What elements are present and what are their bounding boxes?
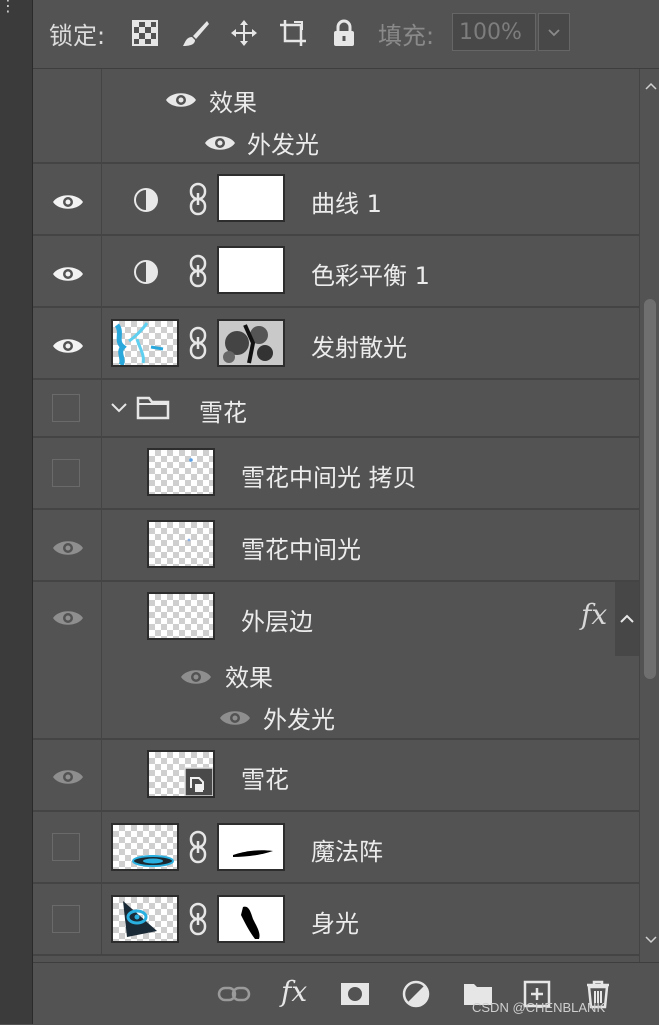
chain-link-icon[interactable] <box>188 326 208 360</box>
visibility-toggle[interactable] <box>52 833 80 861</box>
effects-label: 效果 <box>225 664 273 692</box>
scroll-thumb[interactable] <box>644 299 656 679</box>
fill-dropdown-button[interactable] <box>538 13 570 51</box>
layer-name[interactable]: 发射散光 <box>311 328 407 363</box>
eye-icon[interactable] <box>51 608 85 628</box>
layer-row-body-light[interactable]: 身光 <box>33 884 639 956</box>
effects-label: 效果 <box>209 89 257 117</box>
layer-name[interactable]: 雪花中间光 <box>241 530 361 565</box>
layers-panel: 锁定: 填充: 100% 效果 外发光 曲线 1 色彩平衡 1 发射散光 雪花 … <box>33 0 659 1025</box>
lock-all-icon[interactable] <box>329 18 359 48</box>
fill-input[interactable]: 100% <box>452 13 536 51</box>
fx-icon[interactable]: fx <box>281 977 315 1011</box>
lock-position-icon[interactable] <box>229 18 259 48</box>
layer-mask-thumbnail[interactable] <box>217 246 285 294</box>
eye-icon[interactable] <box>164 90 198 110</box>
menu-icon[interactable]: ⋮ <box>0 0 16 24</box>
effects-collapse-button[interactable] <box>615 582 639 656</box>
visibility-column <box>33 582 102 738</box>
effects-row-top[interactable]: 效果 外发光 <box>33 69 639 164</box>
eye-icon[interactable] <box>51 767 85 787</box>
layer-row-snow-mid[interactable]: 雪花中间光 <box>33 510 639 582</box>
layer-name[interactable]: 雪花 <box>241 760 289 795</box>
layer-mask-thumbnail[interactable] <box>217 174 285 222</box>
visibility-toggle[interactable] <box>52 394 80 422</box>
visibility-toggle[interactable] <box>52 459 80 487</box>
layer-mask-thumbnail[interactable] <box>217 895 285 943</box>
chevron-down-icon[interactable] <box>109 398 129 418</box>
chain-link-icon[interactable] <box>188 182 208 216</box>
layer-row-snow-mid-copy[interactable]: 雪花中间光 拷贝 <box>33 438 639 510</box>
layer-name[interactable]: 雪花中间光 拷贝 <box>241 458 417 493</box>
layer-thumbnail[interactable] <box>147 750 215 798</box>
chain-link-icon[interactable] <box>188 830 208 864</box>
eye-icon[interactable] <box>218 708 252 728</box>
lock-artboard-icon[interactable] <box>278 18 308 48</box>
layer-thumbnail[interactable] <box>147 520 215 568</box>
layer-row-emit-light[interactable]: 发射散光 <box>33 308 639 380</box>
layer-thumbnail[interactable] <box>147 592 215 640</box>
layer-thumbnail[interactable] <box>111 895 179 943</box>
layer-mask-thumbnail[interactable] <box>217 823 285 871</box>
link-layers-icon[interactable] <box>217 977 251 1011</box>
adjustment-layer-icon <box>133 259 159 285</box>
scroll-up-icon[interactable] <box>644 79 658 93</box>
layer-thumbnail[interactable] <box>147 448 215 496</box>
layer-row-curves[interactable]: 曲线 1 <box>33 164 639 236</box>
layer-thumbnail[interactable] <box>111 319 179 367</box>
eye-icon[interactable] <box>51 538 85 558</box>
folder-icon <box>136 394 170 420</box>
effect-outer-glow-label: 外发光 <box>247 131 319 159</box>
adjustment-layer-icon <box>133 187 159 213</box>
layers-list: 效果 外发光 曲线 1 色彩平衡 1 发射散光 雪花 雪花中间光 拷贝 雪花中间… <box>33 69 639 962</box>
chain-link-icon[interactable] <box>188 254 208 288</box>
layer-mask-thumbnail[interactable] <box>217 319 285 367</box>
add-mask-icon[interactable] <box>338 977 372 1011</box>
smart-object-icon <box>183 776 184 777</box>
layer-row-magic-circle[interactable]: 魔法阵 <box>33 812 639 884</box>
layer-row-snow-smart[interactable]: 雪花 <box>33 740 639 812</box>
eye-icon[interactable] <box>51 192 85 212</box>
layers-bottom-toolbar: fx <box>33 962 659 1025</box>
layer-row-color-balance[interactable]: 色彩平衡 1 <box>33 236 639 308</box>
chain-link-icon[interactable] <box>188 902 208 936</box>
lock-label: 锁定: <box>49 22 106 50</box>
layer-name[interactable]: 外层边 <box>241 602 313 637</box>
scroll-down-icon[interactable] <box>644 931 658 945</box>
chevron-down-icon <box>548 29 560 37</box>
layers-scrollbar[interactable] <box>639 69 659 962</box>
eye-icon[interactable] <box>51 264 85 284</box>
eye-icon[interactable] <box>179 667 213 687</box>
effect-outer-glow-label: 外发光 <box>263 706 335 734</box>
eye-icon[interactable] <box>51 336 85 356</box>
layer-row-outer-edge[interactable]: 外层边 fx 效果 外发光 <box>33 582 639 740</box>
left-panel-strip: ⋮ <box>0 0 33 1024</box>
visibility-column <box>33 69 102 162</box>
layer-name[interactable]: 色彩平衡 1 <box>311 256 430 291</box>
layer-name[interactable]: 曲线 1 <box>311 184 382 219</box>
group-row-snow[interactable]: 雪花 <box>33 380 639 438</box>
layer-thumbnail[interactable] <box>111 823 179 871</box>
lock-bar: 锁定: 填充: 100% <box>33 0 659 69</box>
fx-badge[interactable]: fx <box>581 598 607 631</box>
adjustment-layer-icon[interactable] <box>399 977 433 1011</box>
visibility-toggle[interactable] <box>52 905 80 933</box>
layer-name[interactable]: 身光 <box>311 904 359 939</box>
watermark: CSDN @CHENBLANK <box>472 1000 606 1015</box>
chevron-up-icon <box>620 614 634 623</box>
lock-image-pixels-icon[interactable] <box>180 18 210 48</box>
layer-name[interactable]: 雪花 <box>199 393 247 428</box>
eye-icon[interactable] <box>203 133 237 153</box>
fill-label: 填充: <box>378 22 435 50</box>
layer-name[interactable]: 魔法阵 <box>311 832 383 867</box>
lock-transparent-pixels-icon[interactable] <box>130 18 160 48</box>
